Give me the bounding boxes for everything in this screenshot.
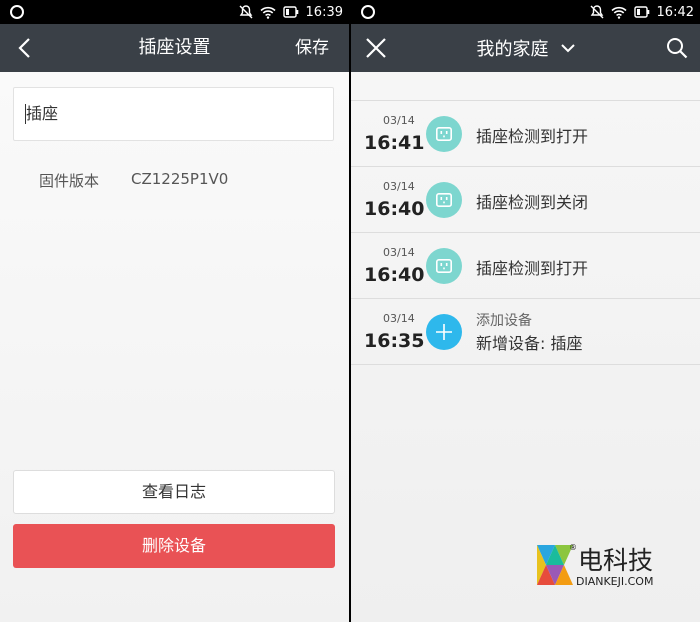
mute-icon xyxy=(239,5,253,19)
save-button[interactable]: 保存 xyxy=(295,24,329,72)
home-title: 我的家庭 xyxy=(476,39,549,60)
socket-icon xyxy=(426,182,462,218)
search-icon[interactable] xyxy=(666,37,688,59)
feed-text: 插座检测到打开 xyxy=(476,127,589,146)
my-home-screen: 16:42 我的家庭 03/14 16:41 插座检测到打开 03/14 16:… xyxy=(351,0,700,622)
feed-date: 03/14 xyxy=(383,114,415,127)
plus-icon xyxy=(426,314,462,350)
view-log-button[interactable]: 查看日志 xyxy=(13,470,335,514)
socket-icon xyxy=(426,248,462,284)
feed-item[interactable]: 03/14 16:41 插座检测到打开 xyxy=(351,101,700,167)
feed-date: 03/14 xyxy=(383,246,415,259)
feed-time: 16:35 xyxy=(364,330,425,352)
firmware-value: CZ1225P1V0 xyxy=(131,170,229,188)
status-bar: 16:42 xyxy=(351,0,700,24)
text-caret xyxy=(25,104,26,124)
battery-icon xyxy=(282,6,298,18)
battery-icon xyxy=(633,6,649,18)
device-name-input[interactable]: 插座 xyxy=(13,87,334,141)
wifi-icon xyxy=(259,6,276,19)
firmware-label: 固件版本 xyxy=(39,172,100,190)
feed-item[interactable]: 03/14 16:40 插座检测到打开 xyxy=(351,233,700,299)
app-bar: 我的家庭 xyxy=(351,24,700,72)
home-selector[interactable]: 我的家庭 xyxy=(351,24,700,72)
socket-settings-screen: 16:39 插座设置 保存 插座 固件版本 CZ1225P1V0 查看日志 删除… xyxy=(0,0,349,622)
status-bar: 16:39 xyxy=(0,0,349,24)
socket-icon xyxy=(426,116,462,152)
feed-date: 03/14 xyxy=(383,312,415,325)
feed-text: 插座检测到打开 xyxy=(476,259,589,278)
chevron-down-icon xyxy=(560,43,575,52)
watermark-registered: ® xyxy=(569,543,577,552)
watermark-en: DIANKEJI.COM xyxy=(576,575,654,588)
feed-item[interactable]: 03/14 16:35 添加设备 新增设备: 插座 xyxy=(351,299,700,365)
watermark-cn: 电科技 xyxy=(578,546,654,575)
feed-title: 添加设备 xyxy=(476,313,532,329)
feed-date: 03/14 xyxy=(383,180,415,193)
status-time: 16:39 xyxy=(305,4,343,20)
feed-time: 16:41 xyxy=(364,132,425,154)
feed-text: 新增设备: 插座 xyxy=(476,334,583,353)
notification-icon xyxy=(10,5,24,19)
notification-icon xyxy=(361,5,375,19)
feed-text: 插座检测到关闭 xyxy=(476,193,589,212)
device-name-value: 插座 xyxy=(26,104,59,123)
wifi-icon xyxy=(610,6,627,19)
mute-icon xyxy=(590,5,604,19)
delete-device-button[interactable]: 删除设备 xyxy=(13,524,335,568)
feed-item[interactable]: 03/14 16:40 插座检测到关闭 xyxy=(351,167,700,233)
app-bar: 插座设置 保存 xyxy=(0,24,349,72)
activity-feed: 03/14 16:41 插座检测到打开 03/14 16:40 插座检测到关闭 … xyxy=(351,100,700,365)
watermark-logo: ® 电科技 DIANKEJI.COM xyxy=(535,543,685,593)
feed-time: 16:40 xyxy=(364,264,425,286)
status-time: 16:42 xyxy=(656,4,694,20)
feed-time: 16:40 xyxy=(364,198,425,220)
